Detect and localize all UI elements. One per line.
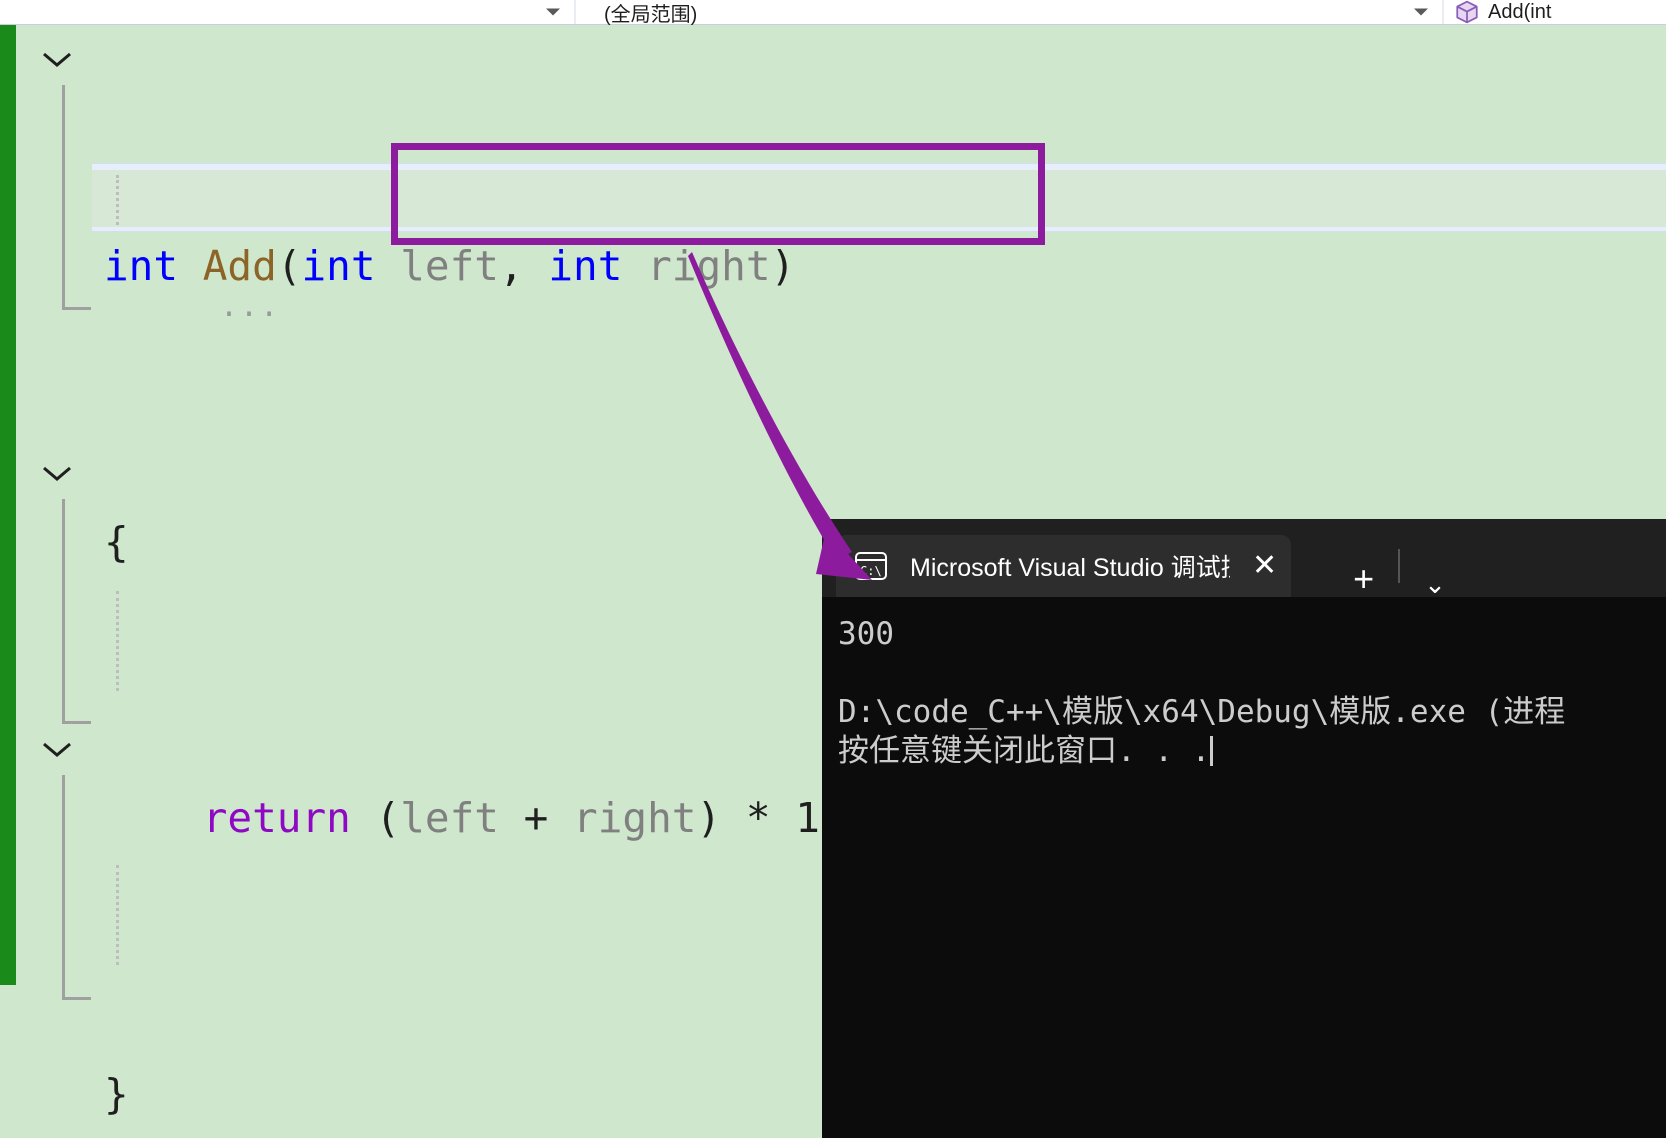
visual-studio-window: (全局范围) Add(int int Add(int left, int rig… [0,0,1666,1138]
console-titlebar[interactable]: C:\ Microsoft Visual Studio 调试控 ✕ + ⌄ [822,519,1666,597]
global-scope-value: (全局范围) [604,3,698,26]
chevron-down-icon[interactable] [1414,8,1428,16]
chevron-down-icon[interactable] [546,8,560,16]
code-line-1[interactable]: int Add(int left, int right)... [92,232,1666,324]
close-icon[interactable]: ✕ [1252,551,1277,581]
tab-divider [1398,549,1401,583]
structure-guide-2 [62,499,91,724]
project-scope-combobox[interactable] [0,0,574,24]
fold-toggle-main[interactable] [38,737,76,761]
fold-toggle-add-template[interactable] [38,461,76,485]
chevron-down-icon[interactable]: ⌄ [1424,571,1446,597]
debug-console-window[interactable]: C:\ Microsoft Visual Studio 调试控 ✕ + ⌄ 30… [822,519,1666,1138]
fold-toggle-add-int[interactable] [38,47,76,71]
console-tab[interactable]: C:\ Microsoft Visual Studio 调试控 ✕ [836,535,1292,597]
console-cursor [1210,736,1214,766]
navigation-bar: (全局范围) Add(int [0,0,1666,26]
member-combobox-value: Add(int [1488,0,1552,23]
console-output-line-4: 按任意键关闭此窗口. . . [838,733,1211,769]
method-box-icon [1456,0,1478,24]
svg-text:C:\: C:\ [860,564,882,578]
console-tab-title: Microsoft Visual Studio 调试控 [910,554,1230,582]
folding-gutter[interactable] [16,25,92,1138]
global-scope-combobox[interactable]: (全局范围) [574,0,1442,26]
structure-guide-1 [62,85,91,310]
quick-actions-hint-icon[interactable]: ... [220,272,280,341]
unsaved-changes-indicator [0,25,16,985]
console-output[interactable]: 300 D:\code_C++\模版\x64\Debug\模版.exe (进程 … [822,597,1666,1138]
console-output-line-3: D:\code_C++\模版\x64\Debug\模版.exe (进程 [838,694,1566,730]
new-tab-icon[interactable]: + [1353,561,1374,597]
cmd-prompt-icon: C:\ [855,552,887,580]
member-combobox[interactable]: Add(int [1442,0,1666,24]
structure-guide-3 [62,775,91,1000]
console-output-line-1: 300 [838,616,894,652]
